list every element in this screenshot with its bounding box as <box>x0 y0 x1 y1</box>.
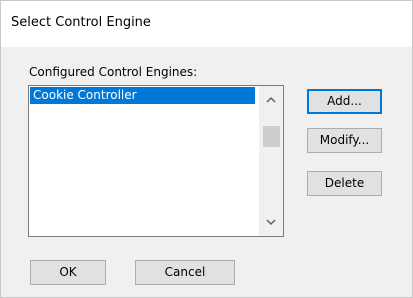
vertical-scrollbar[interactable] <box>259 86 283 236</box>
scroll-down-button[interactable] <box>259 210 283 234</box>
list-item-cookie-controller[interactable]: Cookie Controller <box>30 87 255 104</box>
title-bar: Select Control Engine <box>1 1 412 47</box>
dialog-title: Select Control Engine <box>11 15 151 30</box>
cancel-button[interactable]: Cancel <box>135 260 235 285</box>
scroll-thumb[interactable] <box>263 126 280 147</box>
engines-list-label: Configured Control Engines: <box>29 65 198 79</box>
select-control-engine-dialog: Select Control Engine Configured Control… <box>0 0 413 298</box>
delete-button[interactable]: Delete <box>307 171 382 196</box>
ok-button[interactable]: OK <box>30 260 106 285</box>
modify-button[interactable]: Modify... <box>307 128 382 153</box>
scroll-up-button[interactable] <box>259 88 283 112</box>
chevron-up-icon <box>266 96 276 103</box>
chevron-down-icon <box>266 219 276 226</box>
add-button[interactable]: Add... <box>307 89 382 114</box>
engines-listbox[interactable]: Cookie Controller <box>28 85 284 237</box>
